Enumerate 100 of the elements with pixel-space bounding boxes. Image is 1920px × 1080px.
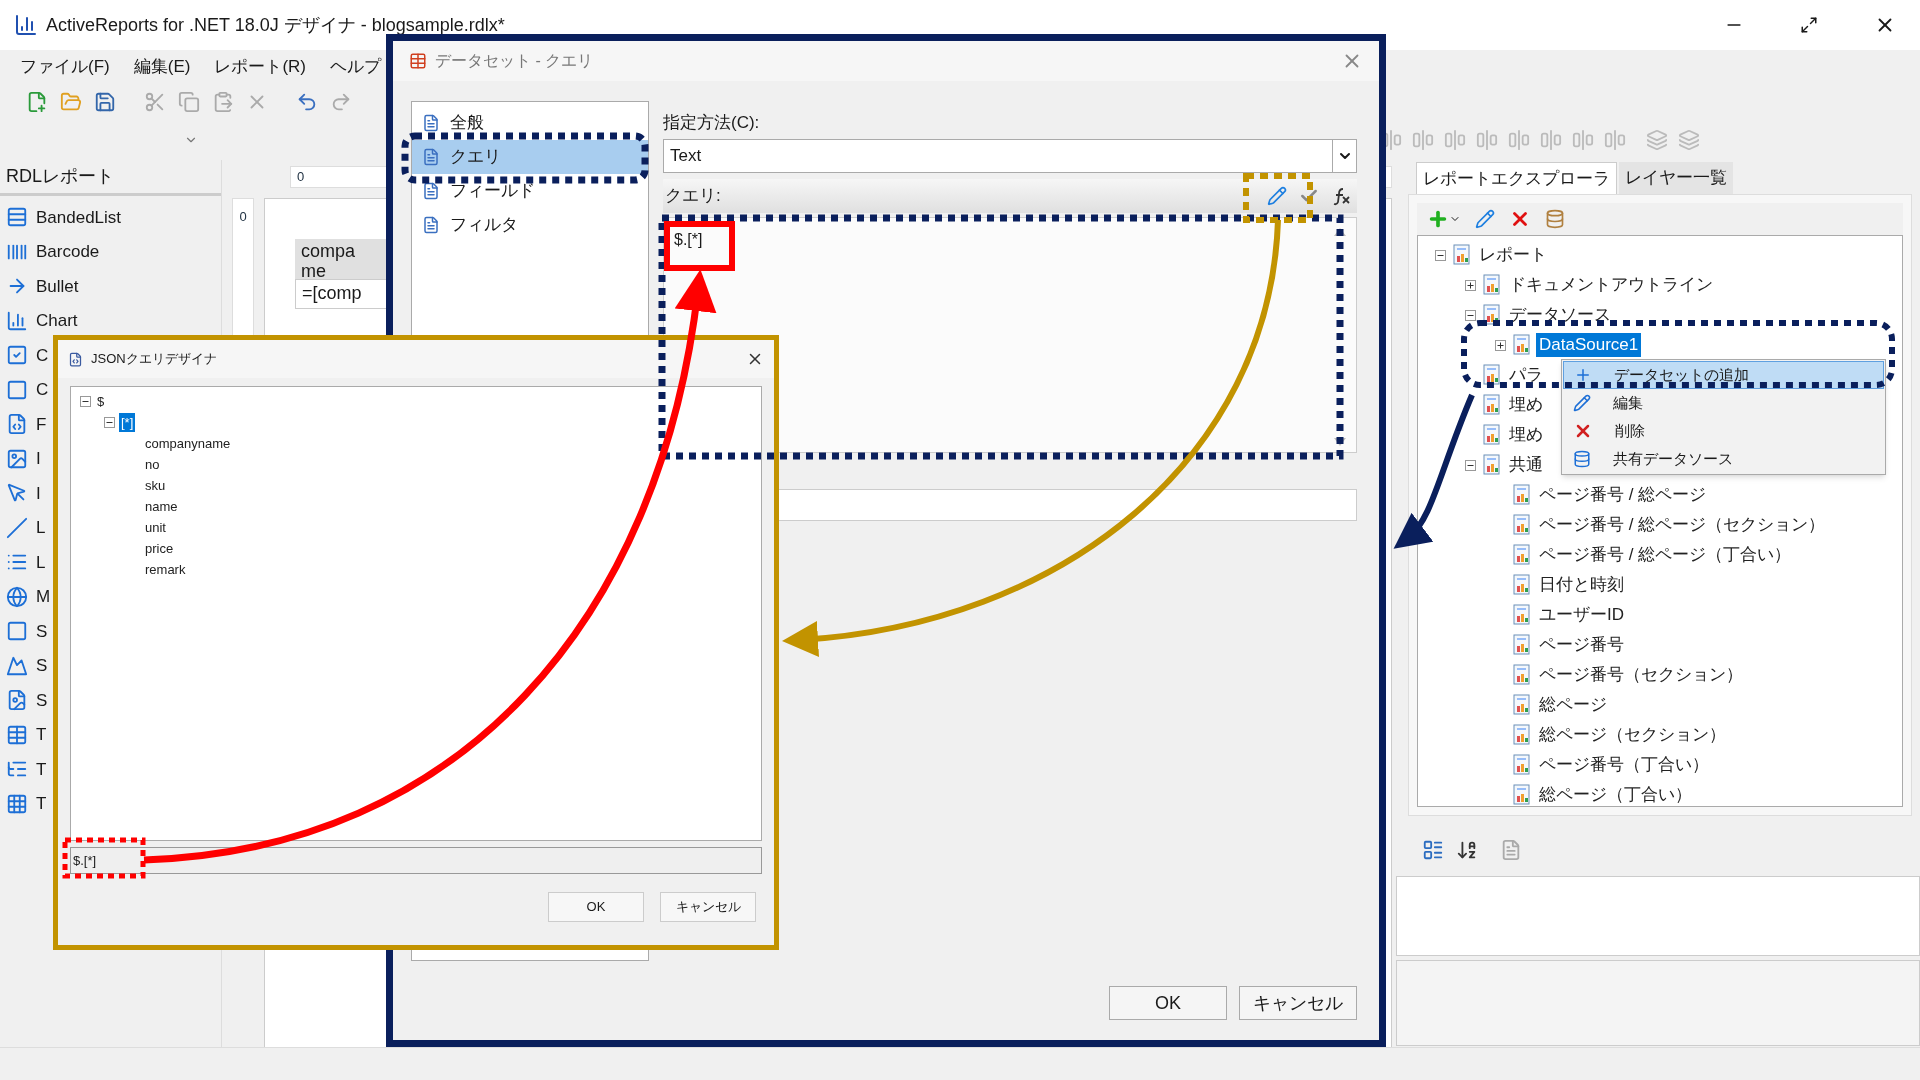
table-icon [6,723,28,746]
menu-item[interactable]: 編集 [1563,389,1884,417]
report-item-icon [1482,424,1502,446]
tree-item[interactable]: [*] [119,412,136,433]
scissors-icon[interactable] [144,91,166,113]
collapse-icon[interactable] [1464,459,1476,471]
dialog-button[interactable]: キャンセル [660,892,756,922]
tree-item[interactable]: unit [143,517,168,538]
toolbox-item[interactable]: I [36,446,41,472]
collapse-icon[interactable] [1464,309,1476,321]
pencil-icon[interactable] [1267,186,1287,206]
dialog-button[interactable]: OK [548,892,644,922]
tree-item[interactable]: ページ番号 / 総ページ（セクション） [1536,513,1829,537]
maximize-icon[interactable] [1800,16,1818,34]
toolbox-item[interactable]: S [36,653,48,679]
pencil-icon [1573,394,1591,412]
tree-item[interactable]: DataSource1 [1536,333,1642,357]
tree-item[interactable]: companyname [143,433,233,454]
tree-item[interactable]: 日付と時刻 [1536,573,1627,597]
path-field[interactable]: $.[*] [70,847,762,874]
tree-item[interactable]: 総ページ（丁合い） [1536,783,1695,806]
toolbox-item[interactable]: T [36,722,47,748]
tree-item[interactable]: ページ番号 [1536,633,1627,657]
nav-item[interactable]: フィルタ [412,208,648,242]
tree-item[interactable]: 総ページ（セクション） [1536,723,1729,747]
toolbox-item[interactable]: L [36,515,46,541]
nav-item[interactable]: クエリ [412,140,648,174]
toolbox-item[interactable]: T [36,756,47,782]
copy-icon[interactable] [178,91,200,113]
tree-item[interactable]: レポート [1476,243,1550,267]
dataset-icon [409,52,427,70]
nav-item[interactable]: フィールド [412,174,648,208]
sort-icon[interactable] [1456,839,1478,861]
redo-icon[interactable] [330,91,352,113]
tree-item[interactable]: remark [143,559,188,580]
toolbox-item[interactable]: M [36,584,51,610]
report-item-icon [1482,364,1502,386]
bar-chart-icon [6,309,28,332]
tree-item[interactable]: 共通 [1506,453,1546,477]
menu-item[interactable]: レポート(R) [214,54,306,80]
cell-text: compa [301,241,357,261]
toolbox-item[interactable]: S [36,618,48,644]
tree-item[interactable]: ページ番号（セクション） [1536,663,1746,687]
property-pages-icon[interactable] [1500,839,1522,861]
dialog-button[interactable]: OK [1109,986,1227,1020]
tree-item[interactable]: ドキュメントアウトライン [1506,273,1716,297]
grid-icon [6,792,28,815]
tree-item[interactable]: 埋め [1506,393,1546,417]
menu-item[interactable]: ファイル(F) [20,54,110,80]
collapse-icon[interactable] [79,396,91,407]
tree-item[interactable]: 埋め [1506,423,1546,447]
collapse-icon[interactable] [1434,249,1446,261]
method-dropdown[interactable]: Text [663,139,1357,173]
toolbox-item[interactable]: L [36,549,46,575]
expand-icon[interactable] [1464,279,1476,291]
add-icon[interactable] [1427,208,1449,230]
tree-item[interactable]: $ [95,391,107,412]
toolbox-item[interactable]: BandedList [36,204,122,230]
pencil-icon[interactable] [1475,209,1495,229]
expand-icon[interactable] [1494,339,1506,351]
toolbox-item[interactable]: Barcode [36,239,100,265]
collapse-icon[interactable] [103,417,115,428]
toolbox-item[interactable]: I [36,480,41,506]
tree-item[interactable]: ページ番号（丁合い） [1536,753,1712,777]
folder-icon[interactable] [60,91,82,113]
tree-item[interactable]: ページ番号 / 総ページ（丁合い） [1536,543,1795,567]
dialog-title: データセット - クエリ [435,51,594,71]
tree-item[interactable]: no [143,454,162,475]
tree-item[interactable]: name [143,496,180,517]
menu-item[interactable]: 編集(E) [133,54,191,80]
report-item-icon [1512,514,1532,536]
dialog-button[interactable]: キャンセル [1239,986,1357,1020]
menu-item[interactable]: ヘルプ [330,54,381,80]
toolbox-item[interactable]: T [36,791,47,817]
categories-icon[interactable] [1422,839,1444,861]
undo-icon[interactable] [296,91,318,113]
tree-item[interactable]: price [143,538,176,559]
toolbox-item[interactable]: C [36,377,49,403]
panel-tab[interactable]: レポートエクスプローラ [1416,162,1617,194]
panel-tab[interactable]: レイヤー一覧 [1619,162,1733,194]
new-file-icon[interactable] [26,91,48,113]
nav-item[interactable]: 全般 [412,106,648,140]
tree-item[interactable]: パラ [1506,363,1546,387]
menu-item[interactable]: 共有データソース [1563,445,1884,473]
toolbox-item[interactable]: F [36,411,47,437]
function-icon[interactable] [1331,186,1351,206]
tree-item[interactable]: sku [143,475,168,496]
menu-item[interactable]: 削除 [1563,417,1884,445]
toolbox-item[interactable]: Bullet [36,273,79,299]
tree-item[interactable]: ユーザーID [1536,603,1627,627]
toolbox-item[interactable]: C [36,342,49,368]
tree-item[interactable]: 総ページ [1536,693,1610,717]
paste-icon[interactable] [212,91,234,113]
layers-icon[interactable] [1646,129,1668,151]
toolbox-item[interactable]: Chart [36,308,78,334]
tree-item[interactable]: ページ番号 / 総ページ [1536,483,1710,507]
save-icon[interactable] [94,91,116,113]
toolbox-item[interactable]: S [36,687,48,713]
layers-icon[interactable] [1678,129,1700,151]
database-icon[interactable] [1545,209,1565,229]
